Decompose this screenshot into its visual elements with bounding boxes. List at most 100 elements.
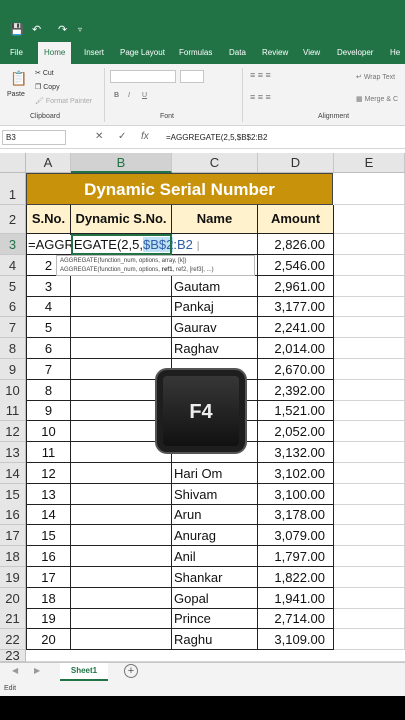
prev-sheet-icon[interactable]: ◀ xyxy=(12,666,18,675)
cell-e[interactable] xyxy=(334,504,405,525)
row-header[interactable]: 6 xyxy=(0,296,26,318)
cell-sno[interactable]: 14 xyxy=(26,504,71,525)
cell-dynamic-sno[interactable] xyxy=(71,504,172,525)
cell-sno[interactable]: 13 xyxy=(26,484,71,505)
tab-data[interactable]: Data xyxy=(229,42,246,64)
cell-e[interactable] xyxy=(334,338,405,359)
column-header-d[interactable]: D xyxy=(258,153,334,173)
cell-e[interactable] xyxy=(334,255,405,276)
column-header-a[interactable]: A xyxy=(26,153,71,173)
tab-help[interactable]: He xyxy=(390,42,400,64)
cell-amount[interactable]: 1,797.00 xyxy=(258,546,334,567)
cell-amount[interactable]: 2,241.00 xyxy=(258,317,334,338)
tab-view[interactable]: View xyxy=(303,42,320,64)
cell-amount[interactable]: 2,392.00 xyxy=(258,380,334,401)
column-header-c[interactable]: C xyxy=(172,153,258,173)
cell-dynamic-sno[interactable] xyxy=(71,317,172,338)
select-all-corner[interactable] xyxy=(0,153,26,173)
cell-sno[interactable]: 7 xyxy=(26,359,71,380)
cell-e[interactable] xyxy=(334,588,405,609)
row-header[interactable]: 2 xyxy=(0,205,26,234)
tab-page-layout[interactable]: Page Layout xyxy=(120,42,165,64)
cell-amount[interactable]: 3,102.00 xyxy=(258,463,334,484)
row-header[interactable]: 9 xyxy=(0,358,26,380)
underline-button[interactable]: U xyxy=(142,92,147,99)
tab-insert[interactable]: Insert xyxy=(84,42,104,64)
undo-icon[interactable]: ↶ xyxy=(32,24,41,36)
cell-sno[interactable]: 9 xyxy=(26,400,71,421)
next-sheet-icon[interactable]: ▶ xyxy=(34,666,40,675)
insert-function-icon[interactable]: fx xyxy=(141,131,149,143)
align-left-icon[interactable]: ≡ ≡ ≡ xyxy=(250,92,271,102)
header-name[interactable]: Name xyxy=(172,205,258,234)
copy-button[interactable]: ❐ Copy xyxy=(35,83,60,91)
cell-amount[interactable]: 2,714.00 xyxy=(258,608,334,629)
cancel-icon[interactable]: ✕ xyxy=(95,131,103,143)
cell-amount[interactable]: 2,961.00 xyxy=(258,276,334,297)
cell-sno[interactable]: 20 xyxy=(26,629,71,650)
row-header[interactable]: 17 xyxy=(0,525,26,547)
cell-dynamic-sno[interactable] xyxy=(71,608,172,629)
cell-name[interactable]: Raghu xyxy=(172,629,258,650)
row-header[interactable]: 4 xyxy=(0,254,26,276)
cell-e[interactable] xyxy=(334,546,405,567)
cell-amount[interactable]: 1,822.00 xyxy=(258,567,334,588)
cell-e[interactable] xyxy=(334,421,405,442)
cell-amount[interactable]: 1,521.00 xyxy=(258,400,334,421)
font-size-dropdown[interactable] xyxy=(180,70,204,83)
row-header[interactable]: 23 xyxy=(0,649,26,662)
paste-button[interactable]: Paste xyxy=(7,91,25,98)
format-painter-button[interactable]: 🖌 Format Painter xyxy=(35,97,92,105)
cell-e[interactable] xyxy=(334,463,405,484)
paste-icon[interactable]: 📋 xyxy=(10,70,27,87)
align-top-icon[interactable]: ≡ ≡ ≡ xyxy=(250,70,271,80)
cell-sno[interactable]: 11 xyxy=(26,442,71,463)
cell-name[interactable]: Shivam xyxy=(172,484,258,505)
row-header[interactable]: 15 xyxy=(0,483,26,505)
cell-dynamic-sno[interactable] xyxy=(71,234,172,255)
tab-review[interactable]: Review xyxy=(262,42,288,64)
cell-dynamic-sno[interactable] xyxy=(71,546,172,567)
column-header-e[interactable]: E xyxy=(334,153,405,173)
cell-name[interactable]: Pankaj xyxy=(172,296,258,317)
cell-dynamic-sno[interactable] xyxy=(71,629,172,650)
cell-dynamic-sno[interactable] xyxy=(71,338,172,359)
header-sno[interactable]: S.No. xyxy=(26,205,71,234)
cell-e[interactable] xyxy=(334,296,405,317)
cell-sno[interactable]: 18 xyxy=(26,588,71,609)
cell-amount[interactable]: 2,052.00 xyxy=(258,421,334,442)
row-header[interactable]: 8 xyxy=(0,338,26,359)
cell-name[interactable]: Gautam xyxy=(172,276,258,297)
cell-sno[interactable]: 10 xyxy=(26,421,71,442)
tab-developer[interactable]: Developer xyxy=(337,42,373,64)
cell-e[interactable] xyxy=(334,442,405,463)
cell-name[interactable]: Anil xyxy=(172,546,258,567)
column-header-b[interactable]: B xyxy=(71,153,172,173)
cell-e[interactable] xyxy=(334,567,405,588)
cell-sno[interactable]: 12 xyxy=(26,463,71,484)
cell-dynamic-sno[interactable] xyxy=(71,567,172,588)
cell-name[interactable]: Anurag xyxy=(172,525,258,546)
cell-amount[interactable]: 3,100.00 xyxy=(258,484,334,505)
cell-amount[interactable]: 3,132.00 xyxy=(258,442,334,463)
cell-name[interactable]: Gaurav xyxy=(172,317,258,338)
cell-sno[interactable]: 17 xyxy=(26,567,71,588)
customize-qat-icon[interactable]: ▿ xyxy=(78,24,82,36)
cell-sno[interactable]: 19 xyxy=(26,608,71,629)
cell-amount[interactable]: 1,941.00 xyxy=(258,588,334,609)
empty-row[interactable] xyxy=(26,650,405,662)
tab-home[interactable]: Home xyxy=(38,42,72,64)
cell-amount[interactable]: 3,178.00 xyxy=(258,504,334,525)
cell-dynamic-sno[interactable] xyxy=(71,588,172,609)
row-header[interactable]: 21 xyxy=(0,608,26,630)
formula-input[interactable]: =AGGREGATE(2,5,$B$2:B2 xyxy=(166,132,267,144)
cell-dynamic-sno[interactable] xyxy=(71,525,172,546)
cell-amount[interactable]: 3,177.00 xyxy=(258,296,334,317)
add-sheet-icon[interactable]: + xyxy=(124,664,138,678)
cell-amount[interactable]: 3,079.00 xyxy=(258,525,334,546)
cell-sno[interactable]: 15 xyxy=(26,525,71,546)
cell-e[interactable] xyxy=(334,234,405,255)
cell-dynamic-sno[interactable] xyxy=(71,296,172,317)
cell-name[interactable]: Arun xyxy=(172,504,258,525)
tooltip-syntax-1[interactable]: AGGREGATE(function_num, options, array, … xyxy=(60,257,251,266)
